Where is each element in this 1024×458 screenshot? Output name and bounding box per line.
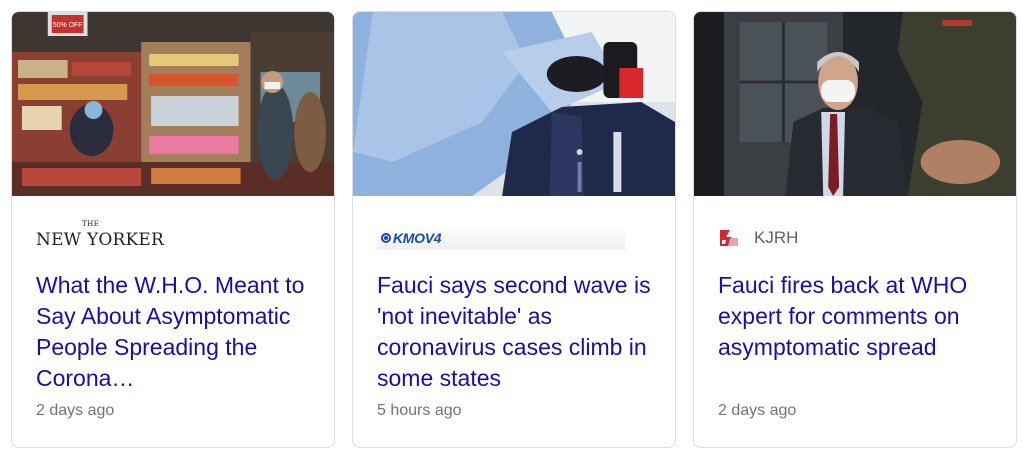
- store-sign-text: 50% OFF: [53, 22, 83, 29]
- news-card-kmov4[interactable]: KMOV4 Fauci says second wave is 'not ine…: [352, 11, 676, 448]
- source-logo-kjrh: KJRH: [718, 226, 798, 250]
- cbs-eye-icon: [381, 233, 391, 243]
- news-thumbnail-testing[interactable]: [353, 12, 675, 196]
- source-name: KJRH: [754, 228, 799, 247]
- news-card-kjrh[interactable]: KJRH Fauci fires back at WHO expert for …: [693, 11, 1017, 448]
- timestamp: 2 days ago: [718, 402, 797, 419]
- store-photo: 50% OFF: [12, 12, 334, 196]
- timestamp: 5 hours ago: [377, 402, 462, 419]
- headline-link[interactable]: Fauci says second wave is 'not inevitabl…: [377, 270, 657, 394]
- headline-link[interactable]: Fauci fires back at WHO expert for comme…: [718, 270, 998, 363]
- news-thumbnail-fauci[interactable]: [694, 12, 1016, 196]
- news-carousel: 50% OFF THE NEW YORKER What the W.H.O. M…: [0, 0, 1024, 458]
- headline-link[interactable]: What the W.H.O. Meant to Say About Asymp…: [36, 270, 316, 394]
- timestamp: 2 days ago: [36, 402, 115, 419]
- news-card-new-yorker[interactable]: 50% OFF THE NEW YORKER What the W.H.O. M…: [11, 11, 335, 448]
- news-card-body: THE NEW YORKER What the W.H.O. Meant to …: [12, 196, 334, 447]
- source-logo-new-yorker: THE NEW YORKER: [36, 220, 165, 250]
- news-card-body: KMOV4 Fauci says second wave is 'not ine…: [353, 196, 675, 447]
- fauci-photo: [694, 12, 1016, 196]
- testing-photo: [353, 12, 675, 196]
- source-logo-small-text: THE: [82, 220, 100, 228]
- news-thumbnail-store[interactable]: 50% OFF: [12, 12, 334, 196]
- source-name: KMOV4: [393, 230, 442, 246]
- source-logo-kmov4: KMOV4: [377, 226, 625, 250]
- source-name: NEW YORKER: [36, 230, 165, 250]
- kjrh-logo-icon: [720, 230, 738, 246]
- news-card-body: KJRH Fauci fires back at WHO expert for …: [694, 196, 1016, 447]
